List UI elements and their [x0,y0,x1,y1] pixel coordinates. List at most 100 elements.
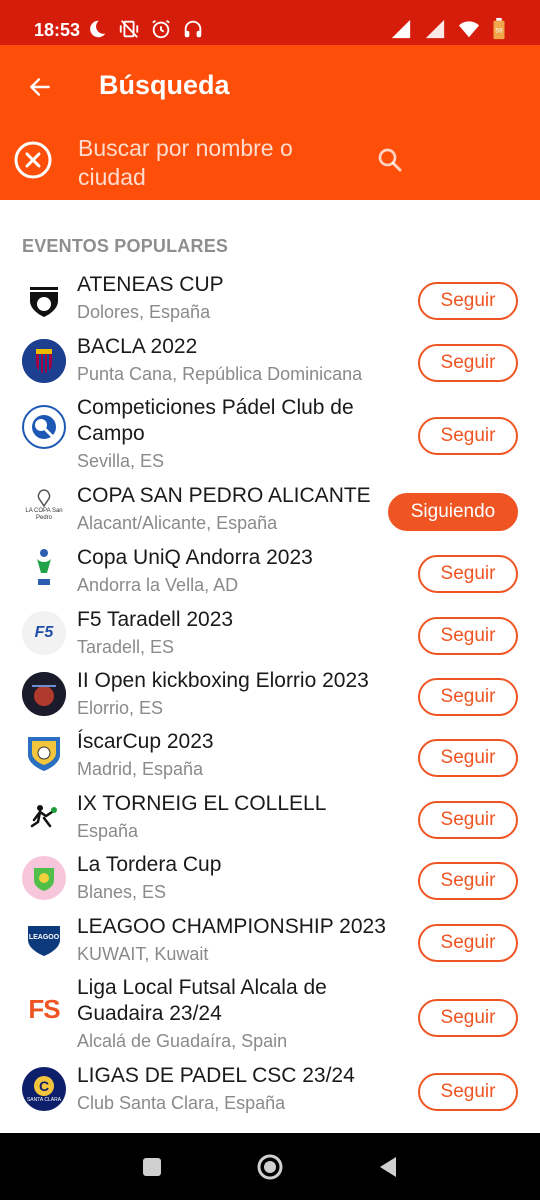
event-logo [22,856,66,900]
event-text: BACLA 2022 Punta Cana, República Dominic… [77,334,387,386]
list-item[interactable]: ATENEAS CUP Dolores, España Seguir [0,262,540,324]
list-item[interactable]: BACLA 2022 Punta Cana, República Dominic… [0,324,540,385]
status-icons-left [86,18,204,40]
event-logo-text: LEAGOO [28,934,60,941]
follow-button[interactable]: Seguir [418,678,518,716]
event-text: II Open kickboxing Elorrio 2023 Elorrio,… [77,668,387,720]
events-list: ATENEAS CUP Dolores, España Seguir BACLA… [0,262,540,1115]
follow-button[interactable]: Seguir [418,282,518,320]
event-location: Sevilla, ES [77,451,165,471]
list-item[interactable]: IX TORNEIG EL COLLELL España Seguir [0,781,540,842]
follow-button[interactable]: Seguir [418,924,518,962]
event-name: BACLA 2022 [77,335,198,358]
home-button[interactable] [256,1153,284,1181]
list-item[interactable]: Copa UniQ Andorra 2023 Andorra la Vella,… [0,535,540,597]
event-location: Elorrio, ES [77,698,164,718]
list-item[interactable]: II Open kickboxing Elorrio 2023 Elorrio,… [0,658,540,719]
follow-button[interactable]: Seguir [418,417,518,455]
svg-text:C: C [39,1078,49,1094]
follow-button[interactable]: Seguir [418,739,518,777]
event-location: Alcalá de Guadaíra, Spain [77,1031,288,1051]
event-name: F5 Taradell 2023 [77,608,234,631]
event-logo-text: SANTA CLARA [26,1097,62,1103]
event-text: Competiciones Pádel Club de Campo Sevill… [77,395,387,473]
search-input[interactable]: Buscar por nombre o ciudad [78,134,363,192]
status-bar: 18:53 59 [0,0,540,45]
event-location: Taradell, ES [77,637,175,657]
event-text: Copa UniQ Andorra 2023 Andorra la Vella,… [77,545,387,597]
search-icon [378,148,402,172]
follow-button[interactable]: Seguir [418,617,518,655]
arrow-left-icon [30,78,50,96]
event-location: Blanes, ES [77,882,167,902]
recents-icon [143,1158,161,1176]
event-name: La Tordera Cup [77,853,222,876]
list-item[interactable]: C SANTA CLARA LIGAS DE PADEL CSC 23/24 C… [0,1053,540,1115]
event-location: Andorra la Vella, AD [77,575,239,595]
list-item[interactable]: La Tordera Cup Blanes, ES Seguir [0,842,540,904]
app-bar: Búsqueda Buscar por nombre o ciudad [0,45,540,200]
event-logo: F5 [22,611,66,655]
close-circle-icon [14,141,52,179]
event-logo: LEAGOO [22,918,66,962]
event-logo [22,795,66,839]
list-item[interactable]: ÍscarCup 2023 Madrid, España Seguir [0,719,540,781]
list-item[interactable]: LEAGOO LEAGOO CHAMPIONSHIP 2023 KUWAIT, … [0,904,540,965]
event-location: Dolores, España [77,302,211,322]
event-logo-text: F5 [34,624,54,641]
event-name: ÍscarCup 2023 [77,730,214,753]
svg-text:59: 59 [495,28,503,35]
event-location: KUWAIT, Kuwait [77,944,209,964]
signal-icon [425,19,445,39]
event-name: Copa UniQ Andorra 2023 [77,546,313,569]
event-text: Liga Local Futsal Alcala de Guadaira 23/… [77,975,387,1053]
event-text: COPA SAN PEDRO ALICANTE Alacant/Alicante… [77,483,387,535]
signal-icon [391,19,411,39]
follow-button[interactable]: Seguir [418,344,518,382]
event-text: LIGAS DE PADEL CSC 23/24 Club Santa Clar… [77,1063,387,1115]
recents-button[interactable] [138,1153,166,1181]
list-item[interactable]: FS Liga Local Futsal Alcala de Guadaira … [0,965,540,1053]
page-title: Búsqueda [99,70,230,100]
event-name: LEAGOO CHAMPIONSHIP 2023 [77,915,386,938]
list-item[interactable]: F5 F5 Taradell 2023 Taradell, ES Seguir [0,597,540,658]
home-icon [257,1154,283,1180]
follow-button[interactable]: Seguir [418,862,518,900]
event-logo: C SANTA CLARA [22,1067,66,1111]
following-button[interactable]: Siguiendo [388,493,518,531]
section-heading: EVENTOS POPULARES [22,236,229,256]
event-logo-text: FS [28,993,60,1024]
event-location: Alacant/Alicante, España [77,513,278,533]
event-name: ATENEAS CUP [77,273,224,296]
event-logo: LA COPA San Pedro [22,483,66,527]
follow-button[interactable]: Seguir [418,999,518,1037]
event-logo [22,405,66,449]
back-nav-button[interactable] [374,1153,402,1181]
search-button[interactable] [375,145,405,175]
battery-icon: 59 [493,18,505,40]
list-item[interactable]: Competiciones Pádel Club de Campo Sevill… [0,385,540,473]
event-logo [22,277,66,321]
event-name: II Open kickboxing Elorrio 2023 [77,669,369,692]
event-text: ATENEAS CUP Dolores, España [77,272,387,324]
list-item[interactable]: LA COPA San Pedro COPA SAN PEDRO ALICANT… [0,473,540,535]
event-text: F5 Taradell 2023 Taradell, ES [77,607,387,659]
event-logo [22,731,66,775]
moon-icon [90,20,106,38]
follow-button[interactable]: Seguir [418,1073,518,1111]
event-name: Liga Local Futsal Alcala de Guadaira 23/… [77,976,327,1025]
event-text: IX TORNEIG EL COLLELL España [77,791,387,843]
event-name: COPA SAN PEDRO ALICANTE [77,484,371,507]
clear-search-button[interactable] [13,140,53,180]
event-location: España [77,821,139,841]
event-name: IX TORNEIG EL COLLELL [77,792,327,815]
follow-button[interactable]: Seguir [418,801,518,839]
event-location: Punta Cana, República Dominicana [77,364,363,384]
headphones-icon [184,20,202,38]
wifi-icon [458,21,480,38]
follow-button[interactable]: Seguir [418,555,518,593]
alarm-icon [152,19,170,39]
event-logo [22,545,66,589]
event-text: ÍscarCup 2023 Madrid, España [77,729,387,781]
back-button[interactable] [20,67,60,107]
